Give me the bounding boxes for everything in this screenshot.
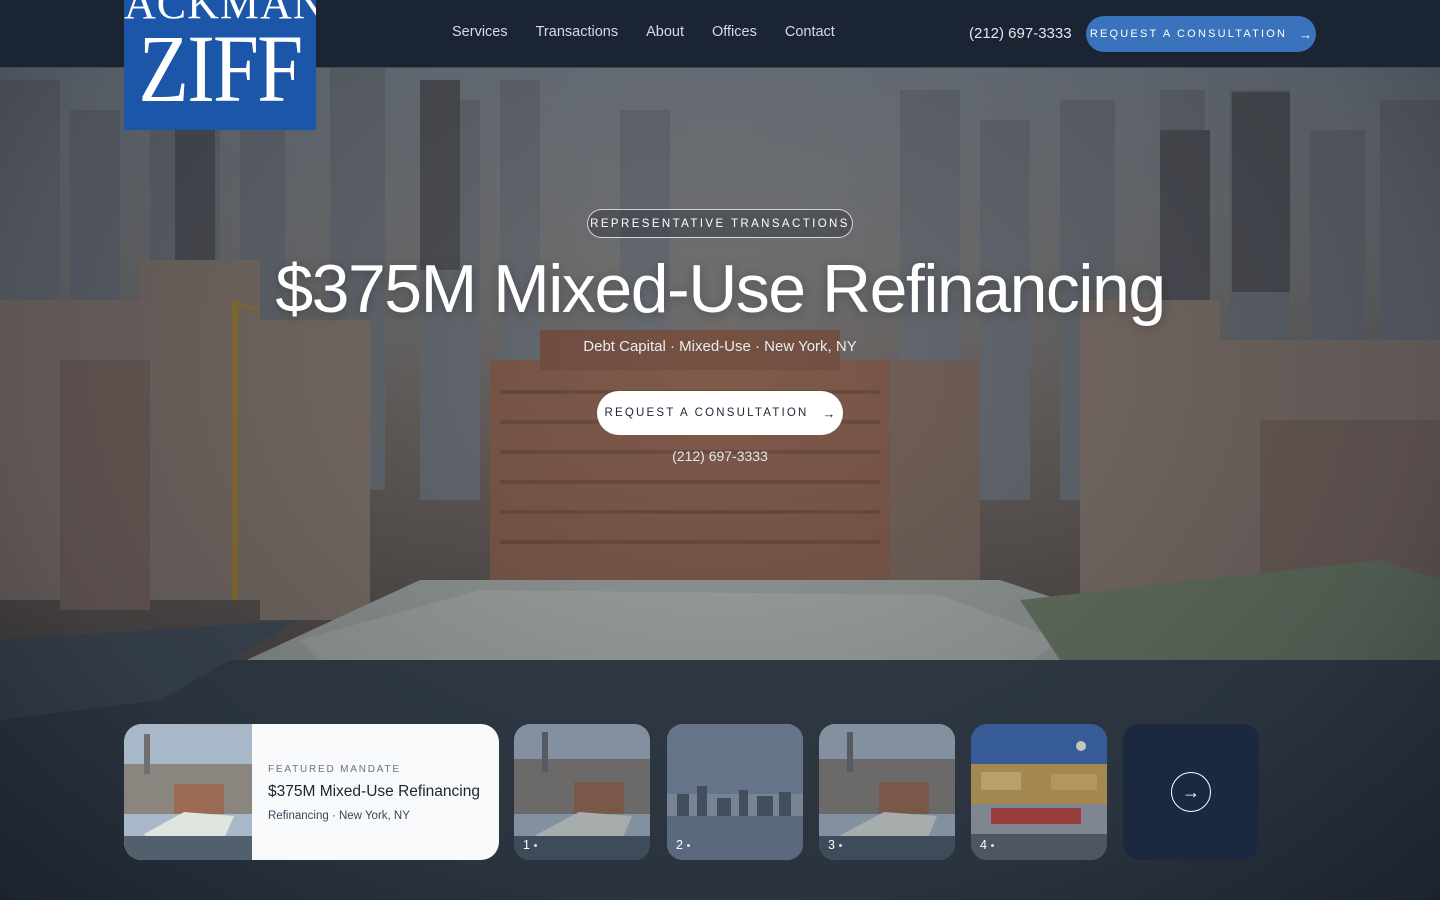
hero-title: $375M Mixed-Use Refinancing bbox=[275, 251, 1166, 327]
nav-transactions[interactable]: Transactions bbox=[536, 24, 618, 40]
carousel-thumb-number: 1 bbox=[523, 838, 537, 852]
hero-eyebrow-badge: REPRESENTATIVE TRANSACTIONS bbox=[587, 209, 853, 238]
carousel-next-button[interactable]: → bbox=[1123, 724, 1259, 860]
nav-services[interactable]: Services bbox=[452, 24, 508, 40]
featured-eyebrow: FEATURED MANDATE bbox=[268, 764, 401, 775]
site-logo[interactable]: ACKMAN ZIFF bbox=[124, 0, 316, 130]
arrow-right-icon: → bbox=[822, 405, 836, 421]
carousel-thumb-3[interactable]: 3 bbox=[819, 724, 955, 860]
featured-text: FEATURED MANDATE $375M Mixed-Use Refinan… bbox=[252, 724, 480, 860]
arrow-right-icon: → bbox=[1299, 26, 1313, 42]
carousel-thumb-1[interactable]: 1 bbox=[514, 724, 650, 860]
carousel-thumb-2[interactable]: 2 bbox=[667, 724, 803, 860]
nav-contact[interactable]: Contact bbox=[785, 24, 835, 40]
nav-offices[interactable]: Offices bbox=[712, 24, 757, 40]
header-consultation-label: REQUEST A CONSULTATION bbox=[1089, 28, 1288, 40]
featured-thumbnail bbox=[124, 724, 252, 860]
featured-mandate-card[interactable]: FEATURED MANDATE $375M Mixed-Use Refinan… bbox=[124, 724, 499, 860]
logo-wordmark-main: ZIFF bbox=[138, 15, 304, 122]
hero-subtitle: Debt Capital · Mixed-Use · New York, NY bbox=[583, 338, 857, 355]
hero-consultation-button[interactable]: REQUEST A CONSULTATION → bbox=[597, 391, 843, 435]
main-nav: Services Transactions About Offices Cont… bbox=[452, 24, 835, 40]
nav-about[interactable]: About bbox=[646, 24, 684, 40]
featured-title: $375M Mixed-Use Refinancing bbox=[268, 783, 480, 800]
carousel-thumb-number: 4 bbox=[980, 838, 994, 852]
arrow-right-icon: → bbox=[1171, 772, 1211, 812]
header-consultation-button[interactable]: REQUEST A CONSULTATION → bbox=[1086, 16, 1316, 52]
featured-meta: Refinancing · New York, NY bbox=[268, 810, 410, 822]
carousel-thumb-number: 3 bbox=[828, 838, 842, 852]
hero-consultation-label: REQUEST A CONSULTATION bbox=[604, 407, 809, 419]
carousel-thumb-number: 2 bbox=[676, 838, 690, 852]
hero-phone-link[interactable]: (212) 697-3333 bbox=[0, 448, 1440, 464]
header-phone-link[interactable]: (212) 697-3333 bbox=[969, 25, 1072, 42]
carousel-thumb-4[interactable]: 4 bbox=[971, 724, 1107, 860]
